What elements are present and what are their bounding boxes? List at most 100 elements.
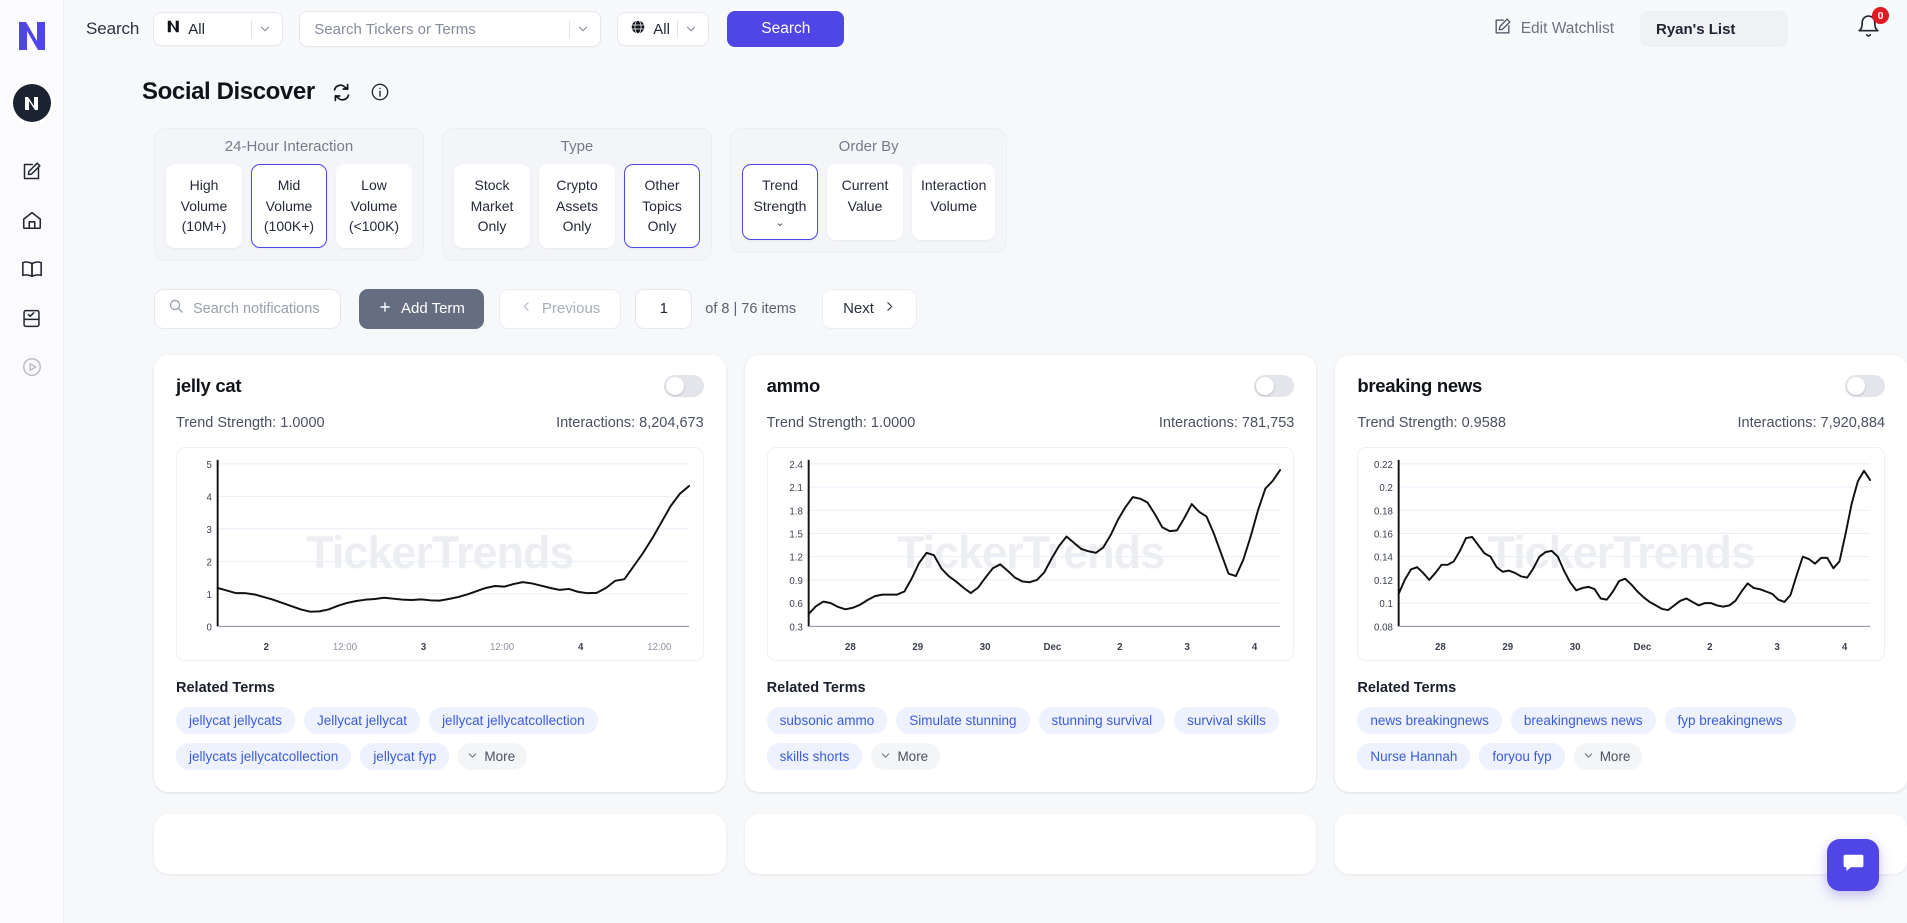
related-term-tag[interactable]: stunning survival: [1038, 706, 1166, 734]
refresh-icon[interactable]: [331, 81, 353, 103]
sidebar-item-edit-icon[interactable]: [19, 158, 45, 184]
filter-option-other-topics-only[interactable]: Other Topics Only: [624, 164, 700, 248]
page-scrollbar[interactable]: [1902, 58, 1907, 923]
filter-option-line: Volume: [180, 197, 228, 214]
filter-option-line: Assets: [555, 197, 598, 214]
svg-text:2.1: 2.1: [789, 482, 802, 493]
filter-option-line: Only: [477, 218, 507, 234]
svg-text:4: 4: [206, 492, 212, 503]
filter-group-title: Order By: [838, 138, 899, 155]
svg-text:0.16: 0.16: [1374, 529, 1393, 540]
trend-line-chart: 0 1 2 3 4 5 2 12:00 3 12:00 4 12:00: [206, 459, 691, 653]
app-logo[interactable]: [14, 18, 50, 54]
notification-search-input[interactable]: [193, 300, 321, 317]
related-term-tag[interactable]: survival skills: [1174, 706, 1279, 734]
sidebar-item-home-icon[interactable]: [19, 207, 45, 233]
filter-option-line: Strength: [753, 197, 807, 214]
card-toggle[interactable]: [663, 374, 704, 397]
next-page-button[interactable]: Next: [822, 288, 917, 329]
edit-square-icon: [1493, 17, 1512, 41]
region-select[interactable]: All: [617, 12, 710, 46]
main-content: Social Discover 24-Hour Interaction High V…: [64, 58, 1907, 923]
show-more-terms-button[interactable]: More: [871, 742, 941, 770]
chat-button[interactable]: [1827, 839, 1879, 891]
related-term-tag[interactable]: jellycat jellycats: [176, 706, 296, 734]
watchlist-name-field[interactable]: Ryan's List: [1640, 11, 1788, 47]
card-partial[interactable]: [154, 813, 726, 874]
trend-line-chart: 0.3 0.6 0.9 1.2 1.5 1.8 2.1 2.4 28 29 30 Dec 2 3 4: [789, 459, 1281, 653]
related-term-tag[interactable]: subsonic ammo: [766, 706, 888, 734]
edit-watchlist-button[interactable]: Edit Watchlist: [1493, 17, 1614, 41]
related-term-tag[interactable]: news breakingnews: [1357, 706, 1502, 734]
card-toggle[interactable]: [1845, 374, 1886, 397]
filter-options: High Volume (10M+) Mid Volume (100K+) Low Volum…: [166, 164, 412, 248]
related-term-tag[interactable]: fyp breakingnews: [1664, 706, 1796, 734]
filter-option-line: Crypto: [556, 177, 598, 193]
related-terms-title: Related Terms: [766, 679, 866, 696]
trend-strength-value: Trend Strength: 1.0000: [766, 414, 916, 431]
page-number-input[interactable]: 1: [635, 288, 693, 329]
related-term-tag[interactable]: Jellycat jellycat: [304, 706, 421, 734]
chevron-down-icon: [1583, 749, 1594, 764]
related-term-tag[interactable]: jellycat fyp: [360, 742, 450, 770]
chart-container[interactable]: TickerTrends 0.08 0.1 0.12 0.14 0.16 0.18 0.2 0…: [1357, 446, 1886, 661]
svg-text:0.2: 0.2: [1380, 482, 1393, 493]
sidebar-item-play-circle-icon[interactable]: [19, 354, 45, 380]
filter-option-low-volume-100k[interactable]: Low Volume (<100K): [336, 164, 412, 248]
filter-options: Trend Strength ⌄ Current Value Interaction Vol…: [742, 164, 996, 240]
search-button[interactable]: Search: [727, 11, 845, 47]
card-toggle[interactable]: [1254, 374, 1295, 397]
notification-search-field[interactable]: [154, 288, 341, 329]
related-term-tag[interactable]: breakingnews news: [1510, 706, 1656, 734]
filter-option-current-value[interactable]: Current Value: [827, 164, 903, 240]
show-more-label: More: [484, 748, 516, 764]
related-term-tag[interactable]: jellycats jellycatcollection: [176, 742, 352, 770]
n-logo-icon: [166, 19, 181, 39]
filter-groups: 24-Hour Interaction High Volume (10M+) Mid Vo…: [78, 106, 1907, 261]
card-partial[interactable]: [744, 813, 1317, 874]
svg-text:0.6: 0.6: [789, 599, 803, 610]
related-term-tag[interactable]: skills shorts: [766, 742, 863, 770]
filter-option-interaction-volume[interactable]: Interaction Volume: [912, 164, 996, 240]
filter-option-stock-market-only[interactable]: Stock Market Only: [454, 164, 530, 248]
cards-grid-next-row: [78, 792, 1907, 874]
add-term-button[interactable]: Add Term: [359, 288, 484, 329]
sidebar-item-book-icon[interactable]: [19, 256, 45, 282]
ticker-scope-select[interactable]: All: [153, 12, 284, 46]
search-field[interactable]: [299, 11, 602, 47]
left-rail: [0, 0, 64, 923]
filter-option-mid-volume-100k[interactable]: Mid Volume (100K+): [251, 164, 327, 248]
filter-option-crypto-assets-only[interactable]: Crypto Assets Only: [539, 164, 615, 248]
related-term-tag[interactable]: jellycat jellycatcollection: [429, 706, 598, 734]
show-more-terms-button[interactable]: More: [458, 742, 528, 770]
svg-text:12:00: 12:00: [647, 642, 672, 653]
filter-option-line: Interaction: [921, 177, 987, 193]
filter-group-order-by: Order By Trend Strength ⌄ Current Value Intera…: [730, 128, 1008, 253]
search-input[interactable]: [314, 20, 570, 38]
svg-text:4: 4: [1252, 642, 1258, 653]
chart-container[interactable]: TickerTrends 0.3 0.6 0.9 1.2 1.5 1.8 2.1 2.4 28 2…: [766, 446, 1295, 661]
card-partial[interactable]: [1335, 813, 1907, 874]
previous-page-button[interactable]: Previous: [498, 288, 622, 329]
filter-option-line: Other: [644, 177, 680, 193]
chevron-down-icon[interactable]: [576, 22, 590, 36]
chart-container[interactable]: TickerTrends 0 1 2 3 4 5 2 12:00 3 12:00 4 12:00: [176, 446, 704, 661]
svg-text:30: 30: [1570, 642, 1581, 653]
trend-strength-value: Trend Strength: 1.0000: [176, 414, 325, 431]
related-term-tag[interactable]: Simulate stunning: [896, 706, 1030, 734]
sidebar-item-checklist-icon[interactable]: [19, 305, 45, 331]
related-term-tag[interactable]: Nurse Hannah: [1357, 742, 1471, 770]
show-more-terms-button[interactable]: More: [1573, 742, 1643, 770]
svg-text:Dec: Dec: [1043, 642, 1061, 653]
info-icon[interactable]: [369, 81, 391, 103]
filter-option-line: Market: [470, 197, 514, 214]
previous-label: Previous: [541, 300, 601, 317]
avatar[interactable]: [12, 84, 51, 122]
svg-text:1.8: 1.8: [789, 506, 803, 517]
filter-option-trend-strength[interactable]: Trend Strength ⌄: [742, 164, 818, 240]
chevron-down-icon: [258, 22, 272, 36]
related-term-tag[interactable]: foryou fyp: [1479, 742, 1565, 770]
filter-option-high-volume-10m[interactable]: High Volume (10M+): [166, 164, 242, 248]
related-terms-title: Related Terms: [1357, 679, 1457, 696]
notifications-button[interactable]: 0: [1856, 7, 1889, 44]
